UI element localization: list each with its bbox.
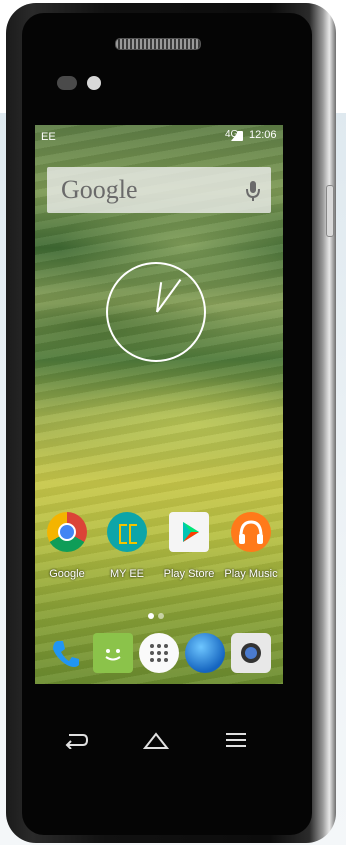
camera-icon[interactable] [231, 633, 271, 673]
status-time: 12:06 [249, 129, 277, 141]
status-bar: EE 4G 12:06 [35, 125, 283, 147]
play-store-icon [169, 512, 209, 552]
app-label: MY EE [109, 568, 145, 580]
app-my-ee[interactable]: MY EE [97, 512, 157, 580]
chrome-icon [47, 512, 87, 552]
dock [35, 633, 283, 679]
navigation-bar [36, 720, 282, 760]
phone-icon[interactable] [45, 633, 85, 673]
page-indicator [146, 606, 166, 624]
app-drawer-icon[interactable] [139, 633, 179, 673]
menu-icon[interactable] [216, 725, 256, 755]
ee-icon [107, 512, 147, 552]
app-label: Play Store [163, 568, 215, 580]
earpiece-speaker [115, 38, 201, 50]
home-screen: EE 4G 12:06 Google Google MY EE Play Sto… [35, 125, 283, 684]
proximity-sensor [57, 76, 77, 90]
google-search-bar[interactable]: Google [47, 167, 271, 213]
carrier-label: EE [41, 131, 56, 143]
app-play-music[interactable]: Play Music [221, 512, 281, 580]
app-label: Google [49, 568, 85, 580]
app-play-store[interactable]: Play Store [159, 512, 219, 580]
app-row: Google MY EE Play Store Play Music [35, 512, 283, 592]
google-logo: Google [61, 175, 138, 204]
home-icon[interactable] [136, 725, 176, 755]
microphone-icon[interactable] [243, 179, 263, 203]
headphones-icon [231, 512, 271, 552]
browser-globe-icon[interactable] [185, 633, 225, 673]
power-button[interactable] [326, 185, 334, 237]
page-dot-active [148, 613, 154, 619]
back-icon[interactable] [56, 725, 96, 755]
battery-icon [237, 131, 243, 141]
messaging-icon[interactable] [93, 633, 133, 673]
analog-clock-widget[interactable] [106, 262, 206, 362]
front-camera [87, 76, 101, 90]
app-google[interactable]: Google [37, 512, 97, 580]
page-dot [158, 613, 164, 619]
app-label: Play Music [224, 568, 278, 580]
